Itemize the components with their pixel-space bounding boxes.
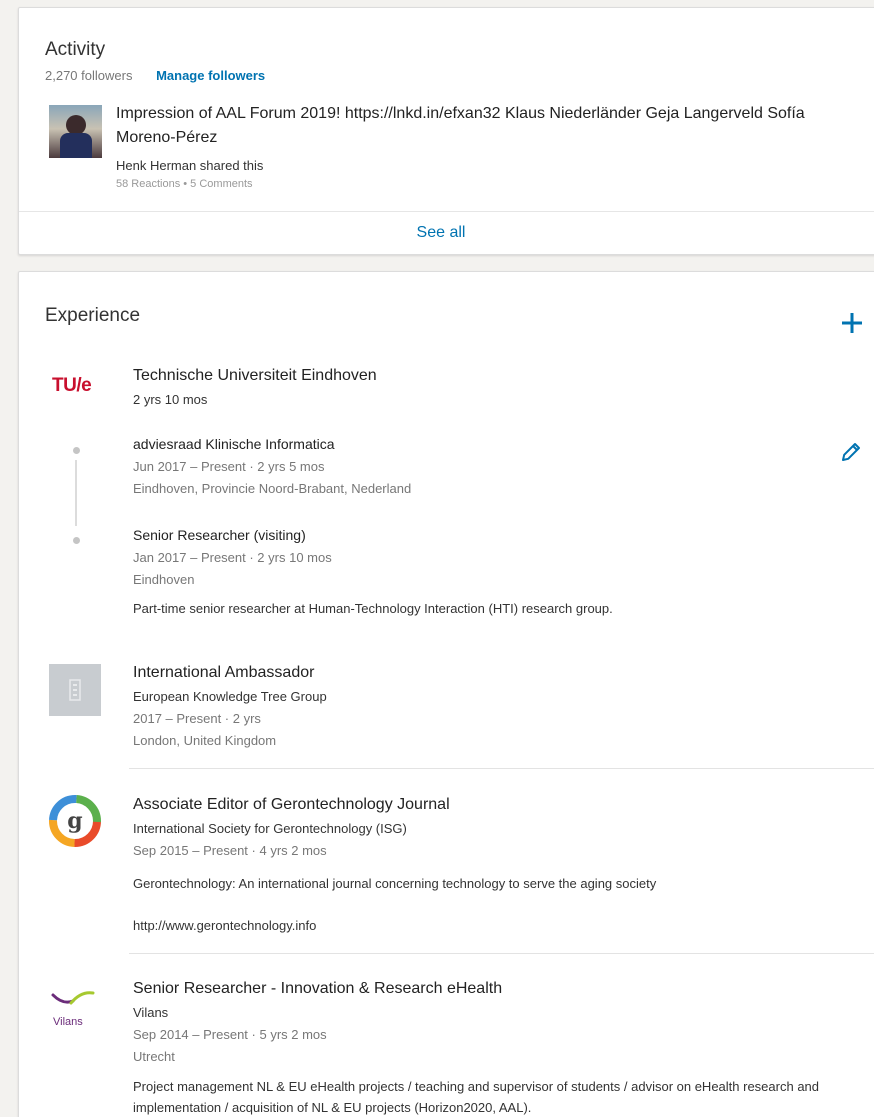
- position-dates: Sep 2014 – Present · 5 yrs 2 mos: [133, 1027, 327, 1042]
- position-location: Utrecht: [133, 1049, 175, 1064]
- gerontechnology-logo[interactable]: g: [49, 795, 101, 847]
- position-description: Gerontechnology: An international journa…: [133, 876, 657, 891]
- pencil-icon[interactable]: [839, 440, 863, 464]
- role-description: Part-time senior researcher at Human-Tec…: [133, 601, 613, 616]
- thumbnail-person-body: [60, 133, 92, 158]
- timeline-dot: [73, 447, 80, 454]
- vilans-logo-mark: [51, 991, 95, 1005]
- role-location: Eindhoven: [133, 572, 195, 587]
- role-location: Eindhoven, Provincie Noord-Brabant, Nede…: [133, 481, 412, 496]
- experience-card: Experience TU/e Technische Universiteit …: [18, 271, 874, 1117]
- tue-logo[interactable]: TU/e: [52, 375, 92, 397]
- see-all-button[interactable]: See all: [19, 224, 863, 242]
- post-text[interactable]: Impression of AAL Forum 2019! https://ln…: [116, 102, 866, 150]
- post-shared-by: Henk Herman shared this: [116, 158, 264, 173]
- position-description: Project management NL & EU eHealth proje…: [133, 1079, 820, 1115]
- position-dates: Sep 2015 – Present · 4 yrs 2 mos: [133, 843, 327, 858]
- post-thumbnail[interactable]: [49, 105, 102, 158]
- plus-icon[interactable]: [839, 310, 865, 336]
- entry-divider: [129, 768, 874, 769]
- thumbnail-person-head: [66, 115, 86, 135]
- timeline-dot: [73, 537, 80, 544]
- position-location: London, United Kingdom: [133, 733, 277, 748]
- company-name: European Knowledge Tree Group: [133, 689, 327, 704]
- timeline-line: [75, 460, 77, 526]
- position-link[interactable]: http://www.gerontechnology.info: [133, 915, 833, 936]
- followers-line: 2,270 followers Manage followers: [45, 68, 265, 83]
- company-placeholder-logo[interactable]: [49, 664, 101, 716]
- vilans-logo-text: Vilans: [53, 1016, 83, 1028]
- vilans-logo[interactable]: Vilans: [49, 987, 105, 1028]
- followers-count: 2,270 followers: [45, 68, 133, 83]
- building-icon: [69, 679, 81, 701]
- activity-card: Activity 2,270 followers Manage follower…: [18, 7, 874, 255]
- post-reactions[interactable]: 58 Reactions • 5 Comments: [116, 178, 253, 190]
- role-title[interactable]: Senior Researcher (visiting): [133, 527, 306, 543]
- role-dates: Jan 2017 – Present · 2 yrs 10 mos: [133, 550, 332, 565]
- position-title[interactable]: International Ambassador: [133, 664, 314, 682]
- position-title[interactable]: Senior Researcher - Innovation & Researc…: [133, 980, 502, 998]
- svg-text:g: g: [67, 808, 82, 834]
- role-dates: Jun 2017 – Present · 2 yrs 5 mos: [133, 459, 325, 474]
- activity-title: Activity: [45, 39, 106, 60]
- position-dates: 2017 – Present · 2 yrs: [133, 711, 261, 726]
- company-name: International Society for Gerontechnolog…: [133, 821, 407, 836]
- role-title[interactable]: adviesraad Klinische Informatica: [133, 436, 335, 452]
- experience-title: Experience: [45, 305, 141, 326]
- company-duration-tue: 2 yrs 10 mos: [133, 392, 208, 407]
- position-title[interactable]: Associate Editor of Gerontechnology Jour…: [133, 796, 450, 814]
- company-name: Vilans: [133, 1005, 169, 1020]
- activity-divider: [19, 211, 874, 212]
- entry-divider: [129, 953, 874, 954]
- manage-followers-link[interactable]: Manage followers: [156, 68, 265, 83]
- company-name-tue[interactable]: Technische Universiteit Eindhoven: [133, 367, 377, 385]
